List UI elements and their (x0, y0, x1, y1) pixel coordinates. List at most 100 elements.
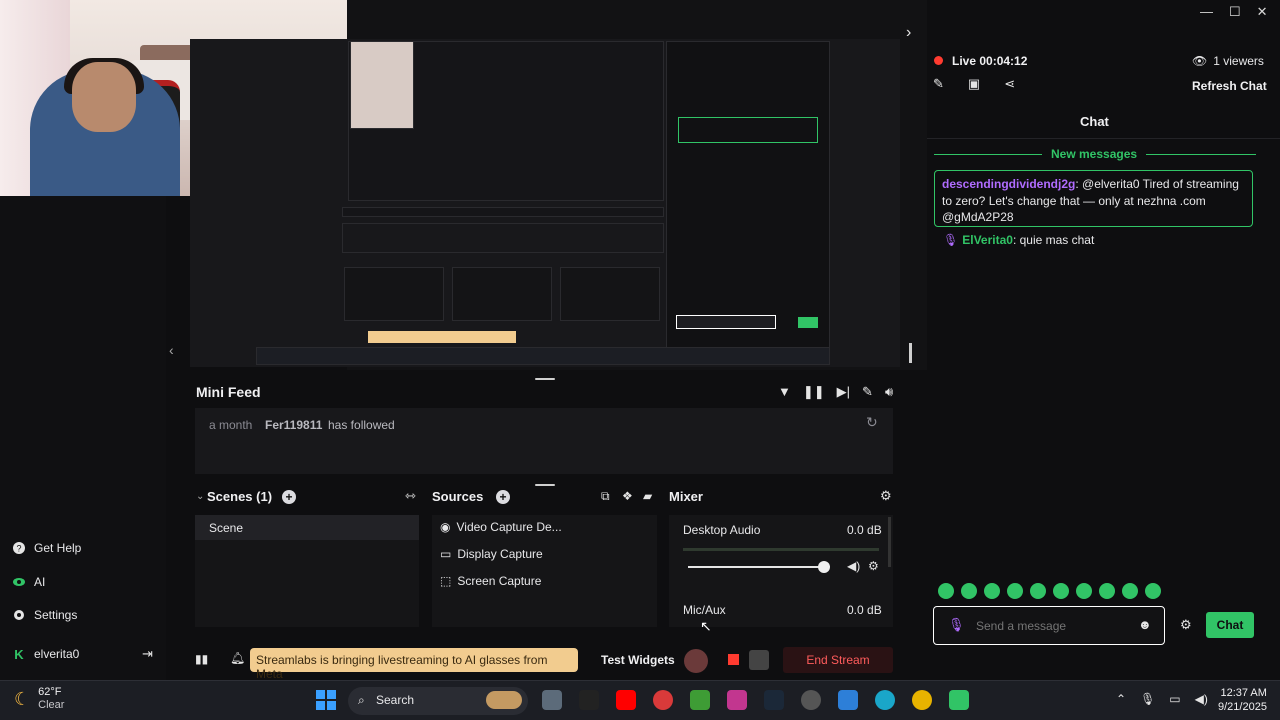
scrollbar[interactable] (888, 517, 891, 567)
epic-games-icon[interactable] (579, 690, 599, 710)
file-explorer-icon[interactable] (542, 690, 562, 710)
stop-icon[interactable] (728, 654, 739, 665)
source-settings-icon[interactable]: ⧉ (601, 489, 610, 504)
mute-alerts-icon[interactable]: ✎ (862, 384, 873, 400)
save-replay-icon[interactable] (749, 650, 769, 670)
network-icon[interactable]: ▭ (1169, 692, 1180, 706)
speaker-icon[interactable]: ◀) (847, 559, 860, 573)
notification-icon[interactable]: 🔔︎ (230, 651, 245, 665)
chevron-up-icon[interactable]: ⌃ (1116, 692, 1126, 706)
clock[interactable]: 12:37 AM 9/21/2025 (1218, 686, 1267, 714)
divider (934, 154, 1042, 155)
sidebar-user[interactable]: K elverita0 (12, 647, 80, 662)
video-icon[interactable]: ▣ (968, 76, 980, 92)
gear-icon[interactable]: ⚙ (868, 559, 879, 573)
sidebar-item-settings[interactable]: Settings (12, 608, 77, 622)
screen-capture-icon: ⬚ (440, 574, 452, 588)
emote-icon[interactable] (1076, 583, 1092, 599)
app-icon[interactable] (653, 690, 673, 710)
promo-banner[interactable]: Streamlabs is bringing livestreaming to … (250, 648, 578, 681)
emote-icon[interactable] (1007, 583, 1023, 599)
skip-icon[interactable]: ▶| (837, 384, 850, 400)
minimize-icon[interactable]: — (1200, 4, 1213, 20)
chat-username[interactable]: ElVerita0 (962, 233, 1013, 247)
sidebar-item-ai[interactable]: AI (12, 575, 45, 589)
chevron-right-icon[interactable]: › (906, 24, 911, 42)
scene-collections-icon[interactable]: ❖ (622, 489, 633, 503)
volume-slider-handle[interactable] (818, 561, 830, 573)
emote-icon[interactable] (1145, 583, 1161, 599)
instagram-icon[interactable] (727, 690, 747, 710)
system-tray: ⌃ 🎙︎ ▭ ◀) (1116, 692, 1208, 706)
replay-icon[interactable]: ↻ (866, 414, 878, 431)
volume-slider-track[interactable] (688, 566, 825, 568)
chat-message: descendingdividendj2g: @elverita0 Tired … (934, 170, 1253, 227)
end-stream-button[interactable]: End Stream (783, 647, 893, 673)
emote-icon[interactable] (1122, 583, 1138, 599)
emoji-icon[interactable]: ☻ (1138, 617, 1152, 632)
mixer-settings-icon[interactable]: ⚙ (880, 488, 892, 504)
volume-icon[interactable]: 🔊︎ (885, 384, 893, 400)
record-button[interactable] (684, 649, 708, 673)
viewers-label: 1 viewers (1213, 54, 1264, 68)
event-user[interactable]: Fer119811 (265, 418, 322, 432)
streamlabs-icon[interactable] (949, 690, 969, 710)
emote-icon[interactable] (961, 583, 977, 599)
chat-input[interactable] (933, 606, 1165, 645)
emote-icon[interactable] (984, 583, 1000, 599)
volume-icon[interactable]: ◀) (1195, 692, 1208, 706)
sidebar-item-label: AI (34, 575, 46, 589)
emote-icon[interactable] (1099, 583, 1115, 599)
edge-icon[interactable] (875, 690, 895, 710)
source-item[interactable]: ▭ Display Capture (440, 547, 543, 561)
channel-level: 0.0 dB (847, 523, 882, 537)
emote-icon[interactable] (1053, 583, 1069, 599)
pause-icon[interactable]: ❚❚ (803, 384, 825, 400)
sidebar-item-label: Settings (34, 608, 78, 622)
source-item[interactable]: ◉ Video Capture De... (440, 520, 562, 534)
scene-transitions-icon[interactable]: ⇿ (405, 488, 416, 504)
stats-icon[interactable]: ▮▮ (195, 652, 208, 666)
resize-handle[interactable] (909, 343, 912, 363)
taskbar-search[interactable]: ⌕ Search (348, 687, 528, 715)
live-label: Live (952, 54, 977, 68)
refresh-chat-button[interactable]: Refresh Chat (1192, 79, 1267, 93)
chevron-left-icon[interactable]: ‹ (169, 342, 174, 358)
sidebar-item-get-help[interactable]: ? Get Help (12, 541, 81, 555)
youtube-icon[interactable] (616, 690, 636, 710)
help-icon: ? (12, 541, 26, 555)
source-item[interactable]: ⬚ Screen Capture (440, 574, 541, 588)
username: elverita0 (34, 647, 80, 661)
drag-handle[interactable] (535, 484, 555, 486)
maximize-icon[interactable]: ☐ (1229, 4, 1241, 20)
chat-username[interactable]: descendingdividendj2g (942, 177, 1075, 191)
logout-icon[interactable]: ⇥ (142, 646, 153, 662)
drag-handle[interactable] (535, 378, 555, 380)
filter-icon[interactable]: ▼ (778, 384, 791, 400)
sources-title: Sources (432, 489, 484, 504)
send-chat-button[interactable]: Chat (1206, 612, 1254, 638)
minecraft-icon[interactable] (690, 690, 710, 710)
windows-start-icon[interactable] (316, 690, 336, 710)
emote-icon[interactable] (938, 583, 954, 599)
edit-icon[interactable]: ✎ (933, 76, 944, 92)
scene-item[interactable]: Scene (195, 515, 419, 540)
folder-icon[interactable]: ▰ (643, 489, 652, 503)
weather-widget[interactable]: ☾ 62°F Clear (14, 686, 64, 712)
close-icon[interactable]: ✕ (1257, 4, 1268, 20)
chatgpt-icon[interactable] (801, 690, 821, 710)
chat-settings-icon[interactable]: ⚙ (1180, 617, 1192, 633)
live-indicator (934, 56, 943, 65)
collapse-icon[interactable]: ⌄ (196, 491, 204, 502)
stream-preview[interactable] (190, 39, 900, 367)
add-scene-icon[interactable]: + (282, 490, 296, 504)
mic-icon[interactable]: 🎙︎ (1140, 692, 1155, 706)
mic-icon[interactable]: 🎙︎ (948, 617, 965, 633)
emote-icon[interactable] (1030, 583, 1046, 599)
add-source-icon[interactable]: + (496, 490, 510, 504)
chrome-icon[interactable] (912, 690, 932, 710)
store-icon[interactable] (838, 690, 858, 710)
test-widgets-button[interactable]: Test Widgets (601, 653, 675, 667)
steam-icon[interactable] (764, 690, 784, 710)
share-icon[interactable]: ⋖ (1004, 76, 1015, 92)
